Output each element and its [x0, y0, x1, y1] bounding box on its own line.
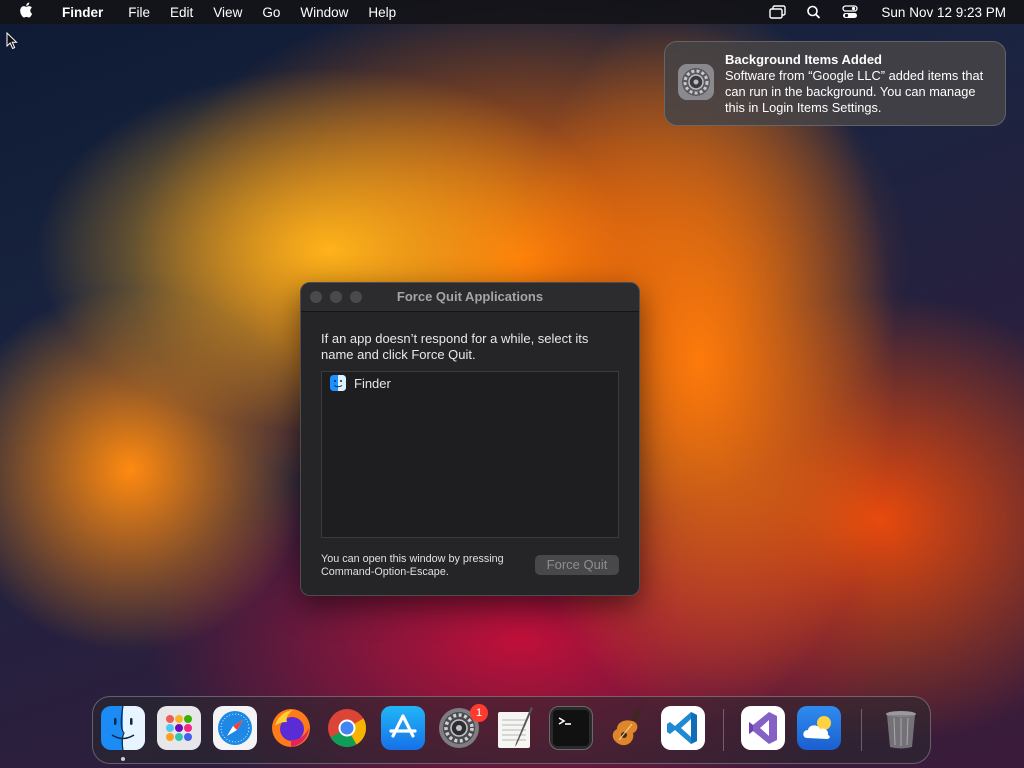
minimize-window-button[interactable] [330, 291, 342, 303]
menu-app-name[interactable]: Finder [52, 5, 118, 20]
app-list[interactable]: Finder [321, 371, 619, 538]
zoom-window-button[interactable] [350, 291, 362, 303]
force-quit-window: Force Quit Applications If an app doesn’… [300, 282, 640, 596]
menu-help[interactable]: Help [358, 5, 406, 20]
control-center-icon[interactable] [841, 5, 859, 19]
dock-trash-icon[interactable] [879, 706, 923, 750]
dock-chrome-icon[interactable] [325, 706, 369, 750]
menu-edit[interactable]: Edit [160, 5, 203, 20]
dock-app-store-icon[interactable] [381, 706, 425, 750]
notification-body: Software from “Google LLC” added items t… [725, 68, 984, 115]
finder-icon [330, 375, 346, 391]
list-item[interactable]: Finder [322, 373, 618, 393]
dock-weather-icon[interactable] [797, 706, 841, 750]
spotlight-search-icon[interactable] [805, 5, 823, 19]
window-titlebar[interactable]: Force Quit Applications [301, 283, 639, 312]
dock-separator [723, 709, 724, 751]
dock-terminal-icon[interactable] [549, 706, 593, 750]
dock-separator [861, 709, 862, 751]
close-window-button[interactable] [310, 291, 322, 303]
app-name: Finder [354, 375, 391, 391]
dock-vscode-icon[interactable] [661, 706, 705, 750]
menu-window[interactable]: Window [290, 5, 358, 20]
apple-menu-icon[interactable] [0, 2, 52, 22]
force-quit-prompt: If an app doesn’t respond for a while, s… [321, 331, 589, 362]
dock: 1 [92, 696, 931, 764]
dock-textedit-icon[interactable] [493, 706, 537, 750]
force-quit-button[interactable]: Force Quit [535, 555, 619, 575]
dock-garageband-icon[interactable] [605, 706, 649, 750]
notification-badge: 1 [470, 704, 488, 722]
background-items-notification[interactable]: Background Items Added Software from “Go… [664, 41, 1006, 126]
dock-launchpad-icon[interactable] [157, 706, 201, 750]
dock-finder-icon[interactable] [101, 705, 145, 751]
dock-safari-icon[interactable] [213, 706, 257, 750]
system-settings-gear-icon [677, 63, 715, 101]
menu-view[interactable]: View [203, 5, 252, 20]
notification-title: Background Items Added [725, 52, 882, 67]
menu-bar-clock[interactable]: Sun Nov 12 9:23 PM [881, 5, 1006, 20]
shortcut-hint: You can open this window by pressing Com… [321, 553, 504, 578]
mouse-pointer-icon [6, 31, 18, 55]
menu-go[interactable]: Go [252, 5, 290, 20]
menu-bar: Finder File Edit View Go Window Help Sun… [0, 0, 1024, 24]
dock-firefox-icon[interactable] [269, 706, 313, 750]
dock-visual-studio-icon[interactable] [741, 706, 785, 750]
running-indicator [121, 757, 125, 761]
screen-mirroring-icon[interactable] [769, 5, 787, 19]
menu-file[interactable]: File [118, 5, 160, 20]
